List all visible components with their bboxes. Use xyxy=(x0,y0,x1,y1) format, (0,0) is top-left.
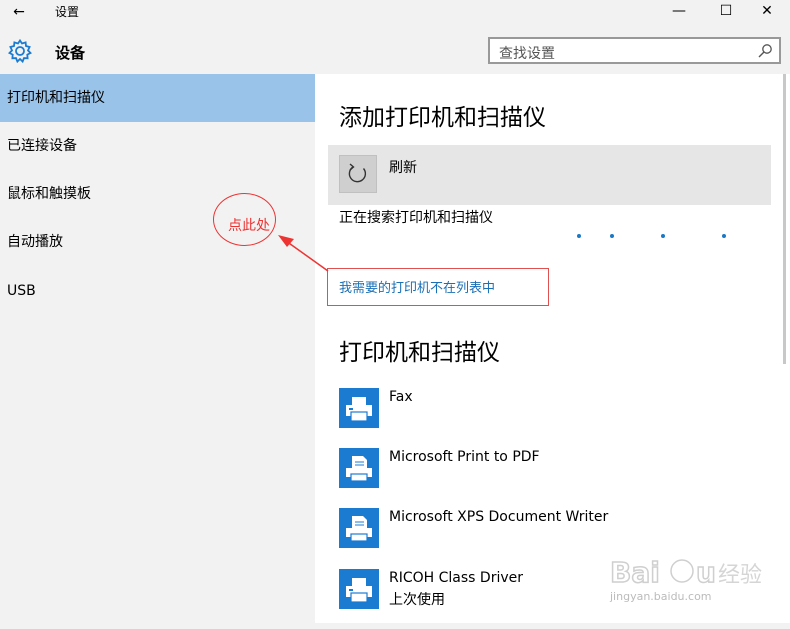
gear-icon xyxy=(8,38,32,64)
close-button[interactable]: ✕ xyxy=(744,0,790,24)
annotation-highlight-box: 我需要的打印机不在列表中 xyxy=(327,268,549,306)
printers-list-heading: 打印机和扫描仪 xyxy=(339,340,500,366)
device-item-print-to-pdf[interactable]: Microsoft Print to PDF xyxy=(339,448,739,508)
svg-text:u: u xyxy=(696,556,716,589)
svg-text:Bai: Bai xyxy=(610,556,660,589)
sidebar: 打印机和扫描仪 已连接设备 鼠标和触摸板 自动播放 USB xyxy=(0,74,315,623)
annotation-arrow xyxy=(278,235,329,272)
window-title: 设置 xyxy=(55,5,80,19)
device-name: Fax xyxy=(389,389,413,405)
maximize-button[interactable]: ☐ xyxy=(703,0,749,24)
sidebar-item-usb[interactable]: USB xyxy=(0,267,315,315)
device-item-fax[interactable]: Fax xyxy=(339,388,739,448)
progress-dot xyxy=(610,234,614,238)
refresh-label: 刷新 xyxy=(389,160,417,176)
svg-text:经验: 经验 xyxy=(718,563,762,588)
sidebar-item-printers[interactable]: 打印机和扫描仪 xyxy=(0,74,315,122)
device-name: RICOH Class Driver xyxy=(389,570,523,586)
refresh-icon xyxy=(339,155,377,193)
refresh-button[interactable]: 刷新 xyxy=(328,145,771,205)
document-printer-icon xyxy=(339,508,379,548)
device-name: Microsoft XPS Document Writer xyxy=(389,509,609,525)
sidebar-item-connected-devices[interactable]: 已连接设备 xyxy=(0,122,315,170)
progress-dot xyxy=(661,234,665,238)
scrollbar-thumb[interactable] xyxy=(783,74,786,364)
progress-dot xyxy=(722,234,726,238)
add-printers-heading: 添加打印机和扫描仪 xyxy=(339,105,546,131)
minimize-button[interactable]: — xyxy=(656,0,702,24)
scrollbar[interactable] xyxy=(780,74,790,623)
document-printer-icon xyxy=(339,448,379,488)
printer-icon xyxy=(339,569,379,609)
baidu-logo-icon: Bai u 经验 xyxy=(609,555,762,590)
baidu-watermark: Bai u 经验 jingyan.baidu.com xyxy=(609,552,785,608)
device-last-used: 上次使用 xyxy=(389,592,445,608)
watermark-url: jingyan.baidu.com xyxy=(610,590,712,603)
section-title: 设备 xyxy=(55,44,86,62)
fax-icon xyxy=(339,388,379,428)
progress-dot xyxy=(577,234,581,238)
search-input[interactable]: 查找设置 xyxy=(488,37,781,64)
printer-not-listed-link[interactable]: 我需要的打印机不在列表中 xyxy=(339,277,495,296)
search-placeholder: 查找设置 xyxy=(499,46,555,62)
back-arrow-icon[interactable]: ← xyxy=(6,2,32,22)
search-icon[interactable] xyxy=(757,43,773,59)
title-bar: ← 设置 — ☐ ✕ xyxy=(0,0,790,24)
device-name: Microsoft Print to PDF xyxy=(389,449,540,465)
searching-status: 正在搜索打印机和扫描仪 xyxy=(339,210,493,226)
annotation-text: 点此处 xyxy=(228,218,270,234)
